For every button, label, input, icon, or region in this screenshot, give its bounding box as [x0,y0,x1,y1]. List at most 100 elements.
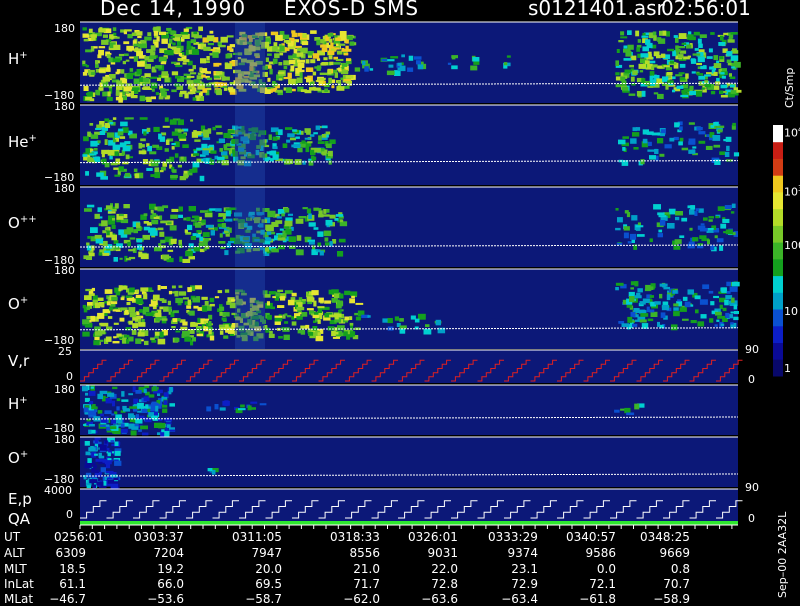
table-cell-inlat: 71.7 [353,577,380,591]
spectrogram-cell [312,314,319,319]
spectrogram-cell [713,63,722,69]
spectrogram-cell [227,130,235,133]
spectrogram-cell [104,118,110,122]
spectrogram-cell [295,249,304,256]
spectrogram-cell [202,88,208,93]
colorbar-segment [773,275,783,293]
spectrogram-cell [283,76,291,80]
spectrogram-cell [341,63,348,67]
spectrogram-cell [688,122,695,125]
colorbar-tick-10000: 104 [784,125,800,140]
spectrogram-cell [102,252,110,256]
spectrogram-cell [88,391,96,396]
spectrogram-cell [270,158,274,162]
spectrogram-cell [386,70,395,76]
spectrogram-cell [618,139,626,145]
ytick-top: 180 [54,22,75,35]
spectrogram-cell [678,141,683,146]
spectrogram-cell [717,129,723,133]
spectrogram-cell [338,238,346,243]
spectrogram-cell [720,35,724,41]
spectrogram-cell [131,32,137,36]
spectrogram-cell [177,129,184,132]
spectrogram-cell [215,62,222,66]
spectrogram-cell [709,318,714,323]
spectrogram-cell [284,313,288,316]
spectrogram-cell [657,37,662,42]
vertical-band [235,105,265,185]
spectrogram-cell [118,166,124,171]
spectrogram-cell [328,160,332,165]
spectrogram-cell [636,91,642,97]
spectrogram-cell [301,312,308,317]
spectrogram-cell [187,311,191,315]
spectrogram-cell [101,153,105,158]
table-cell-mlat: −61.8 [579,592,616,606]
spectrogram-cell [666,294,671,301]
spectrogram-cell [641,35,649,38]
spectrogram-cell [109,426,117,430]
spectrogram-cell [683,88,690,93]
spectrogram-cell [171,146,175,150]
spectrogram-cell [645,284,651,289]
spectrogram-cell [330,42,334,48]
spectrogram-cell [644,60,650,65]
table-cell-inlat: 61.1 [59,577,86,591]
spectrogram-cell [451,55,458,59]
spectrogram-cell [168,290,172,295]
spectrogram-cell [659,293,663,299]
ytick-top: 180 [54,182,75,195]
spectrogram-cell [109,34,114,40]
spectrogram-cell [113,257,118,262]
spectrogram-cell [285,87,292,93]
spectrogram-cell [128,413,134,419]
ytick-top: 180 [54,433,75,446]
spectrogram-cell [296,52,304,57]
spectrogram-cell [349,298,355,304]
spectrogram-cell [95,89,100,95]
ep-right-top: 90 [745,481,759,494]
spectrogram-cell [119,136,126,139]
spectrogram-cell [269,150,273,156]
spectrogram-cell [209,297,215,303]
spectrogram-cell [718,42,726,46]
spectrogram-cell [630,287,634,290]
spectrogram-cell [217,219,224,222]
spectrogram-cell [331,85,335,89]
spectrogram-cell [126,258,131,261]
spectrogram-cell [153,30,159,36]
spectrogram-cell [97,410,103,414]
spectrogram-cell [121,391,125,397]
spectrogram-cell [734,311,739,315]
spectrogram-cell [687,55,691,58]
spectrogram-cell [161,429,165,433]
spectrogram-cell [325,143,332,149]
spectrogram-cell [193,34,198,39]
spectrogram-cell [89,123,94,126]
spectrogram-cell [143,131,147,136]
spectrogram-cell [674,122,680,128]
spectrogram-cell [715,216,720,219]
spectrogram-cell [343,78,351,81]
spectrogram-cell [708,48,713,53]
spectrogram-cell [706,56,713,59]
spectrogram-cell [170,214,178,219]
spectrogram-cell [179,176,187,181]
spectrogram-cell [282,233,287,238]
spectrogram-cell [647,149,655,152]
spectrogram-cell [91,287,95,292]
spectrogram-cell [656,65,663,69]
spectrogram-cell [630,76,635,82]
spectrogram-cell [297,59,305,63]
spectrogram-cell [327,69,332,75]
spectrogram-cell [140,287,149,292]
spectrogram-cell [116,406,120,411]
spectrogram-cell [165,139,170,145]
spectrogram-cell [150,174,158,177]
spectrogram-cell [324,237,329,242]
spectrogram-cell [212,52,219,58]
spectrogram-cell [658,229,663,233]
spectrogram-cell [219,233,223,238]
table-cell-ut: 0256:01 [54,530,104,544]
spectrogram-cell [217,156,225,161]
